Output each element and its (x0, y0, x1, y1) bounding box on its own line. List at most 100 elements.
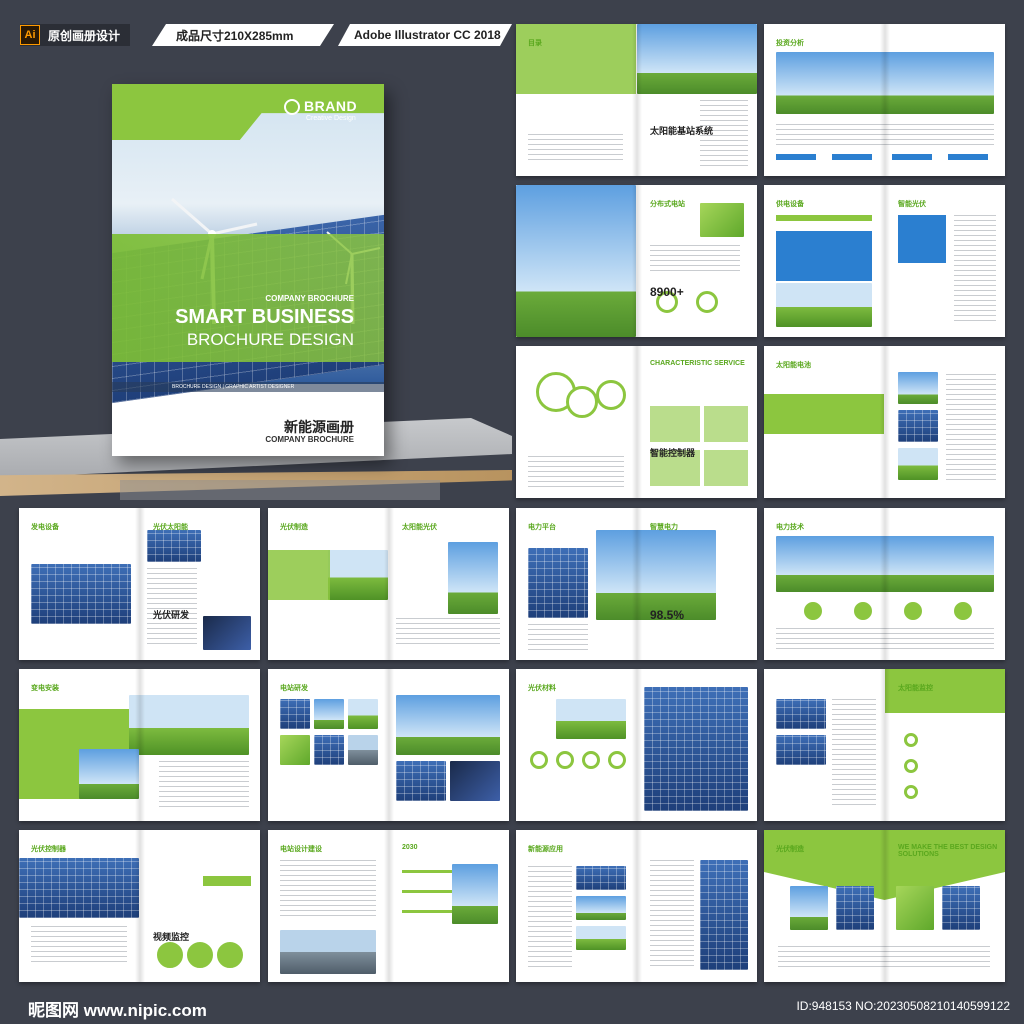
brochure-spread: 变电安装 (19, 669, 260, 821)
spread-photo (19, 858, 139, 918)
spread-green-bar (402, 910, 452, 913)
brochure-spread: 光伏制造 WE MAKE THE BEST DESIGN SOLUTIONS (764, 830, 1005, 982)
brochure-spread: 电站研发 (268, 669, 509, 821)
spread-photo (448, 542, 498, 614)
spread-circle (530, 751, 548, 769)
spread-text-lines (528, 456, 624, 488)
desk-shadow (120, 480, 440, 500)
spread-photo (637, 24, 757, 94)
spread-photo (147, 530, 201, 562)
spread-text-lines (650, 245, 740, 275)
spread-photo (898, 448, 938, 480)
spread-circle (608, 751, 626, 769)
spread-title-right: 智慧电力 (650, 524, 678, 531)
spread-photo (280, 735, 310, 765)
spread-photo (700, 203, 744, 237)
spread-title-left: 供电设备 (776, 201, 804, 208)
spread-photo (79, 749, 139, 799)
spread-text-lines (946, 374, 996, 484)
spread-title-left: 变电安装 (31, 685, 59, 692)
brochure-spread: 发电设备 光伏太阳能 光伏研发 (19, 508, 260, 660)
spread-extra-text: 光伏研发 (153, 610, 190, 620)
spread-circle (904, 733, 918, 747)
spread-extra-text: 8900+ (650, 285, 684, 299)
spread-title-left: 新能源应用 (528, 846, 563, 853)
spread-blue-bar (776, 154, 816, 160)
spread-text-lines (778, 946, 990, 968)
spread-text-lines (954, 215, 996, 325)
spread-blue-bar (892, 154, 932, 160)
spread-circle (904, 759, 918, 773)
spread-title-left: 光伏制造 (280, 524, 308, 531)
spread-circle (904, 602, 922, 620)
spread-photo (314, 699, 344, 729)
spread-title-right: CHARACTERISTIC SERVICE (650, 360, 745, 367)
spread-circle (804, 602, 822, 620)
image-id: ID:948153 NO:20230508210140599122 (796, 999, 1010, 1013)
spread-circle (582, 751, 600, 769)
spread-green-block (516, 24, 636, 94)
spread-photo (516, 185, 636, 337)
spread-extra-text: 视频监控 (153, 932, 190, 942)
spread-title-left: 目录 (528, 40, 542, 47)
spread-photo (942, 886, 980, 930)
spread-circle (556, 751, 574, 769)
spread-green-bar (203, 876, 251, 886)
spread-title-right: WE MAKE THE BEST DESIGN SOLUTIONS (898, 844, 998, 858)
spread-title-left: 光伏材料 (528, 685, 556, 692)
spread-photo (450, 761, 500, 801)
brochure-spread: 新能源应用 (516, 830, 757, 982)
spread-title-left: 电力平台 (528, 524, 556, 531)
spread-green-block (268, 550, 330, 600)
spread-photo (31, 564, 131, 624)
spread-title-left: 投资分析 (776, 40, 804, 47)
spread-title-left: 太阳能电池 (776, 362, 811, 369)
spread-blue-block (776, 231, 872, 281)
tag-original-design: Ai 原创画册设计 (20, 24, 131, 46)
spread-photo (203, 616, 251, 650)
tag-software: Adobe Illustrator CC 2018 (338, 24, 512, 46)
cover-title-line2: BROCHURE DESIGN (186, 330, 354, 349)
spread-photo (700, 860, 748, 970)
spread-title-right: 智能光伏 (898, 201, 926, 208)
brand-name: BRAND (304, 98, 358, 114)
spread-photo (836, 886, 874, 930)
brochure-spread: 电力技术 (764, 508, 1005, 660)
spread-title-left: 电力技术 (776, 524, 804, 531)
spread-photo (280, 699, 310, 729)
spread-title-right: 2030 (402, 844, 418, 851)
cover-title-line1: SMART BUSINESS (175, 306, 354, 328)
spread-circle (187, 942, 213, 968)
brochure-spread: 太阳能监控 (764, 669, 1005, 821)
brochure-spread: 电力平台 智慧电力 98.5% (516, 508, 757, 660)
spread-title-right: 太阳能光伏 (402, 524, 437, 531)
tag-size: 成品尺寸210X285mm (152, 24, 334, 46)
spread-title-left: 光伏制造 (776, 846, 804, 853)
spread-circle (596, 380, 626, 410)
spread-blue-block (898, 215, 946, 263)
spread-photo (596, 530, 716, 620)
spread-title-left: 电站研发 (280, 685, 308, 692)
brand-logo: BRAND Creative Design (284, 98, 357, 122)
spread-title-left: 光伏控制器 (31, 846, 66, 853)
spread-green-bar (402, 870, 452, 873)
spread-text-lines (528, 624, 588, 654)
cover-title-cn: 新能源画册 (284, 419, 354, 435)
spread-circle (954, 602, 972, 620)
spread-photo (790, 886, 828, 930)
spread-photo (776, 699, 826, 729)
spread-extra-text: 太阳能基站系统 (650, 126, 714, 136)
spread-circle (904, 785, 918, 799)
spread-photo (576, 896, 626, 920)
spread-text-lines (528, 134, 623, 164)
brand-sub: Creative Design (306, 115, 356, 123)
brand-circle-icon (284, 99, 300, 116)
spread-photo (776, 283, 872, 327)
brochure-spread: 供电设备 智能光伏 (764, 185, 1005, 337)
spread-photo (896, 886, 934, 930)
spread-text-lines (832, 699, 876, 809)
spread-text-lines (396, 618, 500, 648)
tag-original-label: 原创画册设计 (48, 28, 121, 43)
brochure-spread: 光伏材料 (516, 669, 757, 821)
spread-photo (396, 761, 446, 801)
